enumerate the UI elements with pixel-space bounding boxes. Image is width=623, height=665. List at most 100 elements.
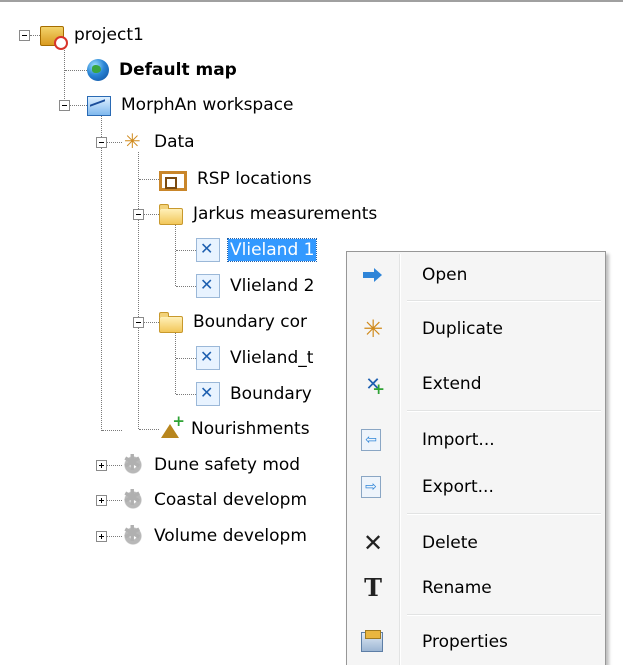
globe-icon <box>87 59 109 81</box>
tree-line <box>30 35 40 36</box>
collapse-toggle[interactable] <box>133 317 144 328</box>
expand-toggle[interactable] <box>96 460 107 471</box>
tree-node-vlieland-2[interactable]: Vlieland 2 <box>196 273 316 299</box>
tree-node-coastal-development[interactable]: Coastal developm <box>122 487 309 513</box>
export-icon <box>361 476 381 498</box>
menu-item-label: Extend <box>422 374 482 394</box>
tree-node-dune-safety[interactable]: Dune safety mod <box>122 452 302 478</box>
menu-item-delete[interactable]: Delete <box>349 523 603 563</box>
tree-node-volume-development[interactable]: Volume developm <box>122 523 309 549</box>
tree-node-label: project1 <box>74 25 144 45</box>
tree-node-default-map[interactable]: Default map <box>87 57 239 83</box>
menu-item-label: Export... <box>422 477 494 497</box>
rename-icon <box>361 576 385 600</box>
tree-line <box>102 430 122 431</box>
tree-line <box>107 142 122 143</box>
tree-line <box>175 224 176 286</box>
menu-separator <box>407 300 601 302</box>
tree-node-label: Vlieland 2 <box>230 276 315 296</box>
tree-node-vlieland-t[interactable]: Vlieland_t <box>196 345 315 371</box>
tree-node-boundary-conditions[interactable]: Boundary cor <box>159 309 309 335</box>
workspace-icon <box>87 96 111 116</box>
expand-toggle[interactable] <box>96 495 107 506</box>
tree-line <box>70 105 87 106</box>
tree-node-label: Nourishments <box>191 419 310 439</box>
context-menu: Open Duplicate Extend Import... Export..… <box>346 251 606 665</box>
data-icon <box>122 130 144 153</box>
duplicate-icon <box>361 317 385 341</box>
tree-node-boundary[interactable]: Boundary <box>196 381 314 407</box>
delete-icon <box>361 531 385 555</box>
tree-line <box>138 152 139 429</box>
menu-item-open[interactable]: Open <box>349 255 603 295</box>
extend-icon <box>361 372 385 398</box>
tree-node-label: Vlieland_t <box>230 348 314 368</box>
tree-node-nourishments[interactable]: Nourishments <box>159 412 312 442</box>
menu-item-label: Open <box>422 265 468 285</box>
menu-separator <box>407 614 601 616</box>
tree-node-vlieland-1[interactable]: Vlieland 1 <box>196 237 318 263</box>
tree-node-label: Boundary cor <box>193 312 308 332</box>
gear-icon <box>122 523 144 547</box>
tree-line <box>175 332 176 394</box>
expand-toggle[interactable] <box>96 531 107 542</box>
folder-icon <box>159 203 183 225</box>
tree-line <box>176 250 196 251</box>
tree-node-project1[interactable]: project1 <box>40 22 146 50</box>
tree-node-label: Vlieland 1 <box>226 238 318 262</box>
folder-icon <box>159 311 183 333</box>
collapse-toggle[interactable] <box>96 137 107 148</box>
tree-node-label: Default map <box>119 60 237 80</box>
menu-item-duplicate[interactable]: Duplicate <box>349 309 603 349</box>
gear-icon <box>122 452 144 476</box>
tree-line <box>107 536 122 537</box>
transect-icon <box>196 238 220 262</box>
tree-line <box>65 70 87 71</box>
tree-line <box>101 116 102 431</box>
menu-item-label: Import... <box>422 430 495 450</box>
open-arrow-icon <box>361 263 385 287</box>
menu-separator <box>407 513 601 515</box>
transect-gray-icon <box>196 346 220 370</box>
menu-item-label: Duplicate <box>422 319 503 339</box>
tree-line <box>107 465 122 466</box>
tree-node-morphan-workspace[interactable]: MorphAn workspace <box>87 92 295 118</box>
transect-gray-icon <box>196 382 220 406</box>
transect-icon <box>196 274 220 298</box>
tree-line <box>107 500 122 501</box>
gear-icon <box>122 487 144 511</box>
tree-node-label: Boundary <box>230 384 312 404</box>
tree-line <box>176 358 196 359</box>
tree-node-label: MorphAn workspace <box>121 95 294 115</box>
menu-separator <box>407 410 601 412</box>
tree-line <box>139 179 159 180</box>
tree-node-data[interactable]: Data <box>122 129 197 155</box>
menu-item-export[interactable]: Export... <box>349 467 603 507</box>
menu-item-properties[interactable]: Properties <box>349 622 603 662</box>
tree-line <box>176 286 196 287</box>
rsp-icon <box>159 170 187 191</box>
collapse-toggle[interactable] <box>19 30 30 41</box>
tree-node-rsp-locations[interactable]: RSP locations <box>159 166 314 192</box>
menu-item-label: Properties <box>422 632 508 652</box>
menu-item-extend[interactable]: Extend <box>349 364 603 404</box>
tree-node-label: Volume developm <box>154 526 307 546</box>
menu-item-import[interactable]: Import... <box>349 420 603 460</box>
collapse-toggle[interactable] <box>59 100 70 111</box>
tree-line <box>139 429 159 430</box>
collapse-toggle[interactable] <box>133 209 144 220</box>
menu-item-label: Delete <box>422 533 478 553</box>
tree-node-jarkus-measurements[interactable]: Jarkus measurements <box>159 201 379 227</box>
import-icon <box>361 429 381 451</box>
tree-line <box>144 214 159 215</box>
tree-node-label: Dune safety mod <box>154 455 301 475</box>
tree-node-label: Jarkus measurements <box>193 204 378 224</box>
menu-item-rename[interactable]: Rename <box>349 568 603 608</box>
project-icon <box>40 26 68 50</box>
tree-node-label: Coastal developm <box>154 490 307 510</box>
nourishment-icon <box>159 412 185 440</box>
menu-item-label: Rename <box>422 578 492 598</box>
tree-line <box>144 322 159 323</box>
tree-line <box>64 45 65 105</box>
properties-icon <box>361 630 383 652</box>
